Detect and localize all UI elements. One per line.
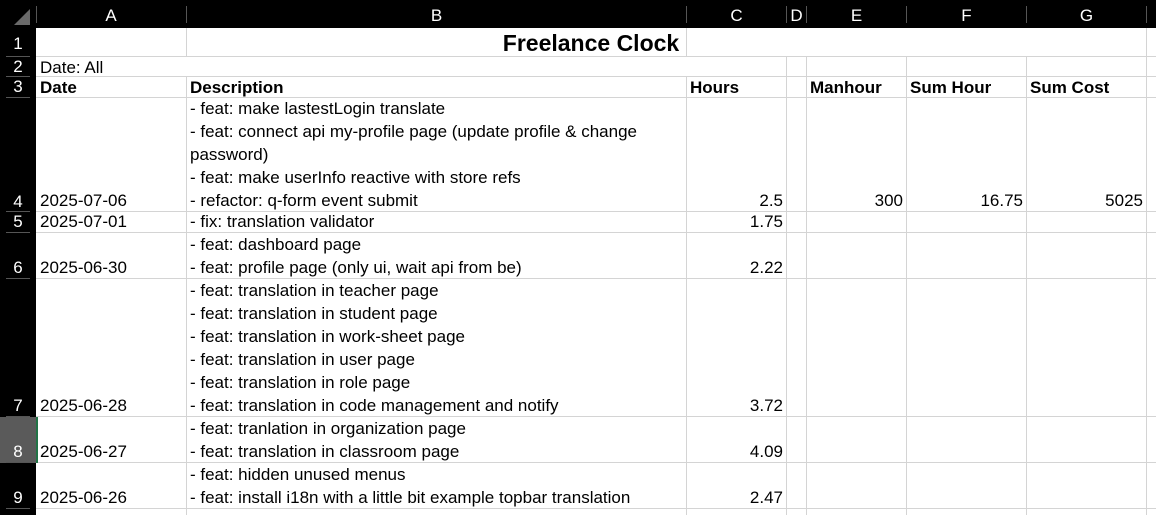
entry-hours[interactable]: 4.09: [687, 440, 783, 463]
description-line: - feat: install i18n with a little bit e…: [190, 488, 631, 507]
summary-sum-hour[interactable]: 16.75: [907, 189, 1023, 212]
entry-date[interactable]: 2025-06-26: [40, 486, 127, 509]
column-header-f[interactable]: F: [907, 0, 1026, 28]
column-separator: [186, 6, 187, 23]
header-sum-cost[interactable]: Sum Cost: [1030, 76, 1109, 99]
description-line: - feat: make userInfo reactive with stor…: [190, 168, 521, 187]
gridline-vertical: [906, 56, 907, 515]
gridline-vertical: [1146, 56, 1147, 515]
column-header-d[interactable]: D: [787, 0, 806, 28]
description-line: - feat: tranlation in organization page: [190, 419, 466, 438]
header-manhour[interactable]: Manhour: [810, 76, 882, 99]
row-header-7[interactable]: 7: [0, 396, 36, 416]
description-line: - feat: translation in teacher page: [190, 281, 439, 300]
row-header-9[interactable]: 9: [0, 488, 36, 508]
description-line: - feat: translation in code management a…: [190, 396, 559, 415]
column-separator: [1146, 6, 1147, 23]
description-line: - feat: translation in classroom page: [190, 442, 460, 461]
column-header-g[interactable]: G: [1027, 0, 1146, 28]
entry-hours[interactable]: 1.75: [687, 210, 783, 233]
select-all-corner[interactable]: [0, 0, 36, 28]
header-date[interactable]: Date: [40, 76, 77, 99]
summary-sum-cost[interactable]: 5025: [1027, 189, 1143, 212]
column-separator: [806, 6, 807, 23]
column-separator: [906, 6, 907, 23]
summary-manhour[interactable]: 300: [807, 189, 903, 212]
row-header-3[interactable]: 3: [0, 77, 36, 97]
description-line: - feat: make lastestLogin translate: [190, 99, 446, 118]
description-line: - feat: hidden unused menus: [190, 465, 406, 484]
row-separator: [6, 232, 30, 233]
column-separator: [786, 6, 787, 23]
header-hours[interactable]: Hours: [690, 76, 739, 99]
column-header-a[interactable]: A: [36, 0, 186, 28]
row-separator: [6, 211, 30, 212]
gridline-vertical: [786, 56, 787, 515]
gridline-vertical: [1026, 56, 1027, 515]
entry-date[interactable]: 2025-06-28: [40, 394, 127, 417]
entry-hours[interactable]: 2.22: [687, 256, 783, 279]
row-header-1[interactable]: 1: [0, 34, 36, 54]
header-sum-hour[interactable]: Sum Hour: [910, 76, 991, 99]
description-line: - fix: translation validator: [190, 212, 375, 231]
header-description[interactable]: Description: [190, 76, 284, 99]
description-line: - feat: dashboard page: [190, 235, 362, 254]
gridline-horizontal: [36, 56, 1156, 57]
description-line: password): [190, 145, 269, 164]
row-separator: [6, 462, 30, 463]
row-header-8[interactable]: 8: [0, 442, 36, 462]
sheet-title[interactable]: Freelance Clock: [36, 29, 1146, 56]
row-separator: [6, 56, 30, 57]
entry-description[interactable]: - fix: translation validator: [190, 210, 374, 233]
row-separator: [6, 76, 30, 77]
column-header-b[interactable]: B: [187, 0, 686, 28]
entry-date[interactable]: 2025-07-06: [40, 189, 127, 212]
entry-description[interactable]: - feat: hidden unused menus - feat: inst…: [190, 463, 630, 509]
column-separator: [1026, 6, 1027, 23]
entry-date[interactable]: 2025-07-01: [40, 210, 127, 233]
description-line: - feat: translation in student page: [190, 304, 438, 323]
entry-date[interactable]: 2025-06-30: [40, 256, 127, 279]
gridline-vertical: [806, 56, 807, 515]
description-line: - feat: translation in user page: [190, 350, 415, 369]
column-separator: [36, 6, 37, 23]
row-separator: [6, 278, 30, 279]
entry-description[interactable]: - feat: tranlation in organization page …: [190, 417, 466, 463]
entry-date[interactable]: 2025-06-27: [40, 440, 127, 463]
entry-description[interactable]: - feat: translation in teacher page - fe…: [190, 279, 559, 417]
row-separator: [6, 508, 30, 509]
row-separator: [6, 97, 30, 98]
entry-description[interactable]: - feat: make lastestLogin translate - fe…: [190, 97, 637, 212]
row-separator: [6, 416, 30, 417]
active-cell-marker: [36, 417, 38, 463]
select-all-triangle-icon: [14, 9, 30, 25]
gridline-vertical: [186, 76, 187, 515]
entry-hours[interactable]: 3.72: [687, 394, 783, 417]
description-line: - feat: profile page (only ui, wait api …: [190, 258, 522, 277]
column-header-e[interactable]: E: [807, 0, 906, 28]
spreadsheet-grid: A B C D E F G 1 2 3 4 5 6 7 8 9 Freelanc…: [0, 0, 1156, 515]
entry-description[interactable]: - feat: dashboard page - feat: profile p…: [190, 233, 522, 279]
entry-hours[interactable]: 2.47: [687, 486, 783, 509]
description-line: - refactor: q-form event submit: [190, 191, 418, 210]
row-header-5[interactable]: 5: [0, 212, 36, 232]
description-line: - feat: connect api my-profile page (upd…: [190, 122, 637, 141]
column-header-c[interactable]: C: [687, 0, 786, 28]
description-line: - feat: translation in role page: [190, 373, 411, 392]
gridline-vertical: [1146, 28, 1147, 57]
entry-hours[interactable]: 2.5: [687, 189, 783, 212]
description-line: - feat: translation in work-sheet page: [190, 327, 465, 346]
column-separator: [686, 6, 687, 23]
row-header-6[interactable]: 6: [0, 258, 36, 278]
row-header-4[interactable]: 4: [0, 192, 36, 212]
row-header-2[interactable]: 2: [0, 57, 36, 77]
